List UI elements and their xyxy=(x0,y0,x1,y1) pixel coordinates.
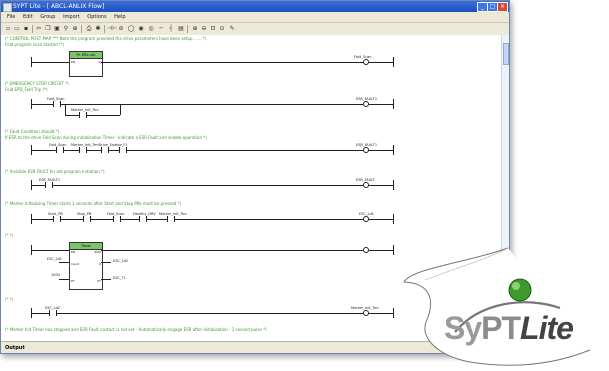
sypt-lite-logo: SyPTLite xyxy=(444,310,574,347)
logo-ball-icon xyxy=(508,278,532,302)
logo-lite: Lite xyxy=(520,310,574,346)
logo-sy: Sy xyxy=(444,310,482,346)
logo-pt: PT xyxy=(481,310,521,346)
